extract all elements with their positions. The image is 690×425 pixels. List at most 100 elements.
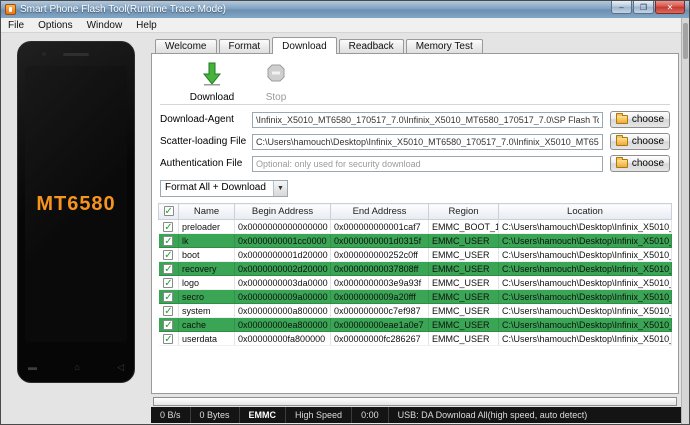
format-mode-dropdown[interactable]: Format All + Download ▼ xyxy=(160,180,288,197)
stop-button-label: Stop xyxy=(265,92,287,103)
table-cell-name: cache xyxy=(178,317,235,332)
tab-readback[interactable]: Readback xyxy=(338,39,404,54)
status-time: 0:00 xyxy=(352,407,389,423)
download-agent-row: Download-Agent choose xyxy=(160,111,670,128)
row-checkbox[interactable]: ✓ xyxy=(163,263,174,274)
action-toolbar: Download Stop xyxy=(158,60,672,104)
maximize-button[interactable]: ❐ xyxy=(633,1,654,14)
table-cell-end: 0x0000000003e9a93f xyxy=(330,275,429,290)
download-tab-panel: Download Stop Download-Agent choose xyxy=(151,53,679,394)
row-checkbox[interactable]: ✓ xyxy=(163,221,174,232)
table-cell-location: C:\Users\hamouch\Desktop\Infinix_X5010_M… xyxy=(498,289,672,304)
status-connection: USB: DA Download All(high speed, auto de… xyxy=(397,410,588,420)
table-row[interactable]: ✓ userdata 0x00000000fa800000 0x00000000fc2… xyxy=(158,331,672,346)
table-cell-region: EMMC_USER xyxy=(428,261,499,276)
menu-window[interactable]: Window xyxy=(80,20,130,31)
table-cell-check: ✓ xyxy=(158,247,179,262)
table-cell-begin: 0x0000000000000000 xyxy=(234,219,331,234)
toolbar-separator xyxy=(160,104,670,105)
status-bytes: 0 Bytes xyxy=(191,407,240,423)
table-row[interactable]: ✓ lk 0x0000000001cc0000 0x0000000001d0315f E… xyxy=(158,233,672,248)
table-row[interactable]: ✓ cache 0x00000000ea800000 0x00000000eae1a0… xyxy=(158,317,672,332)
scatter-file-label: Scatter-loading File xyxy=(160,136,247,147)
table-row[interactable]: ✓ secro 0x0000000009a00000 0x0000000009a20f… xyxy=(158,289,672,304)
download-button-label: Download xyxy=(189,92,235,103)
table-cell-begin: 0x00000000ea800000 xyxy=(234,317,331,332)
download-agent-choose-button[interactable]: choose xyxy=(610,111,670,128)
menu-options[interactable]: Options xyxy=(31,20,79,31)
col-header-location[interactable]: Location xyxy=(498,203,672,220)
table-cell-begin: 0x00000000fa800000 xyxy=(234,331,331,346)
phone-screen: MT6580 xyxy=(25,66,127,342)
phone-back-key: ◁ xyxy=(117,362,124,372)
tab-download[interactable]: Download xyxy=(272,37,337,54)
auth-file-choose-button[interactable]: choose xyxy=(610,155,670,172)
table-cell-begin: 0x0000000001d20000 xyxy=(234,247,331,262)
row-checkbox[interactable]: ✓ xyxy=(163,249,174,260)
table-cell-begin: 0x000000000a800000 xyxy=(234,303,331,318)
table-cell-begin: 0x0000000001cc0000 xyxy=(234,233,331,248)
table-cell-begin: 0x0000000009a00000 xyxy=(234,289,331,304)
table-row[interactable]: ✓ boot 0x0000000001d20000 0x000000000252c0f… xyxy=(158,247,672,262)
table-cell-begin: 0x0000000003da0000 xyxy=(234,275,331,290)
table-cell-location: C:\Users\hamouch\Desktop\Infinix_X5010_M… xyxy=(498,303,672,318)
row-checkbox[interactable]: ✓ xyxy=(163,305,174,316)
app-window: Smart Phone Flash Tool(Runtime Trace Mod… xyxy=(0,0,690,425)
stop-icon xyxy=(266,62,286,91)
table-row[interactable]: ✓ recovery 0x0000000002d20000 0x00000000037… xyxy=(158,261,672,276)
chevron-down-icon: ▼ xyxy=(273,181,287,196)
row-checkbox[interactable]: ✓ xyxy=(163,333,174,344)
folder-icon xyxy=(615,157,628,168)
partition-table-body: ✓ preloader 0x0000000000000000 0x0000000000… xyxy=(158,219,672,346)
col-header-begin[interactable]: Begin Address xyxy=(234,203,331,220)
stop-button[interactable]: Stop xyxy=(244,62,308,103)
table-cell-name: system xyxy=(178,303,235,318)
table-cell-check: ✓ xyxy=(158,289,179,304)
select-all-checkbox[interactable]: ✓ xyxy=(163,206,174,217)
table-cell-check: ✓ xyxy=(158,317,179,332)
table-cell-name: logo xyxy=(178,275,235,290)
table-row[interactable]: ✓ system 0x000000000a800000 0x000000000c7ef… xyxy=(158,303,672,318)
row-checkbox[interactable]: ✓ xyxy=(163,235,174,246)
download-agent-input[interactable] xyxy=(252,111,603,128)
table-cell-location: C:\Users\hamouch\Desktop\Infinix_X5010_M… xyxy=(498,219,672,234)
table-cell-location: C:\Users\hamouch\Desktop\Infinix_X5010_M… xyxy=(498,233,672,248)
tab-welcome[interactable]: Welcome xyxy=(155,39,217,54)
row-checkbox[interactable]: ✓ xyxy=(163,277,174,288)
table-row[interactable]: ✓ preloader 0x0000000000000000 0x0000000000… xyxy=(158,219,672,234)
folder-icon xyxy=(615,135,628,146)
close-button[interactable]: ✕ xyxy=(655,1,685,14)
row-checkbox[interactable]: ✓ xyxy=(163,291,174,302)
menu-file[interactable]: File xyxy=(1,20,31,31)
chipset-label: MT6580 xyxy=(36,192,116,215)
minimize-button[interactable]: – xyxy=(611,1,632,14)
table-row[interactable]: ✓ logo 0x0000000003da0000 0x0000000003e9a93… xyxy=(158,275,672,290)
scrollbar-thumb[interactable] xyxy=(683,23,688,59)
phone-camera-dot xyxy=(42,52,46,56)
table-cell-name: recovery xyxy=(178,261,235,276)
window-scrollbar[interactable] xyxy=(681,18,689,424)
table-cell-region: EMMC_USER xyxy=(428,275,499,290)
tab-format[interactable]: Format xyxy=(218,39,271,54)
scatter-file-input[interactable] xyxy=(252,133,603,150)
phone-image: MT6580 ▬ ⌂ ◁ xyxy=(17,41,135,383)
table-cell-region: EMMC_USER xyxy=(428,331,499,346)
phone-preview-panel: MT6580 ▬ ⌂ ◁ xyxy=(1,33,151,394)
status-usb-speed: High Speed xyxy=(286,407,353,423)
auth-file-input[interactable] xyxy=(252,155,603,172)
table-cell-region: EMMC_USER xyxy=(428,247,499,262)
table-cell-begin: 0x0000000002d20000 xyxy=(234,261,331,276)
download-agent-label: Download-Agent xyxy=(160,114,234,125)
download-button[interactable]: Download xyxy=(180,62,244,103)
menu-help[interactable]: Help xyxy=(129,20,164,31)
tab-memory-test[interactable]: Memory Test xyxy=(405,39,483,54)
col-header-name[interactable]: Name xyxy=(178,203,235,220)
col-header-region[interactable]: Region xyxy=(428,203,499,220)
scatter-file-choose-button[interactable]: choose xyxy=(610,133,670,150)
table-cell-region: EMMC_BOOT_1 xyxy=(428,219,499,234)
titlebar: Smart Phone Flash Tool(Runtime Trace Mod… xyxy=(1,1,689,18)
table-cell-region: EMMC_USER xyxy=(428,289,499,304)
col-header-end[interactable]: End Address xyxy=(330,203,429,220)
row-checkbox[interactable]: ✓ xyxy=(163,319,174,330)
progress-bar xyxy=(153,397,677,406)
